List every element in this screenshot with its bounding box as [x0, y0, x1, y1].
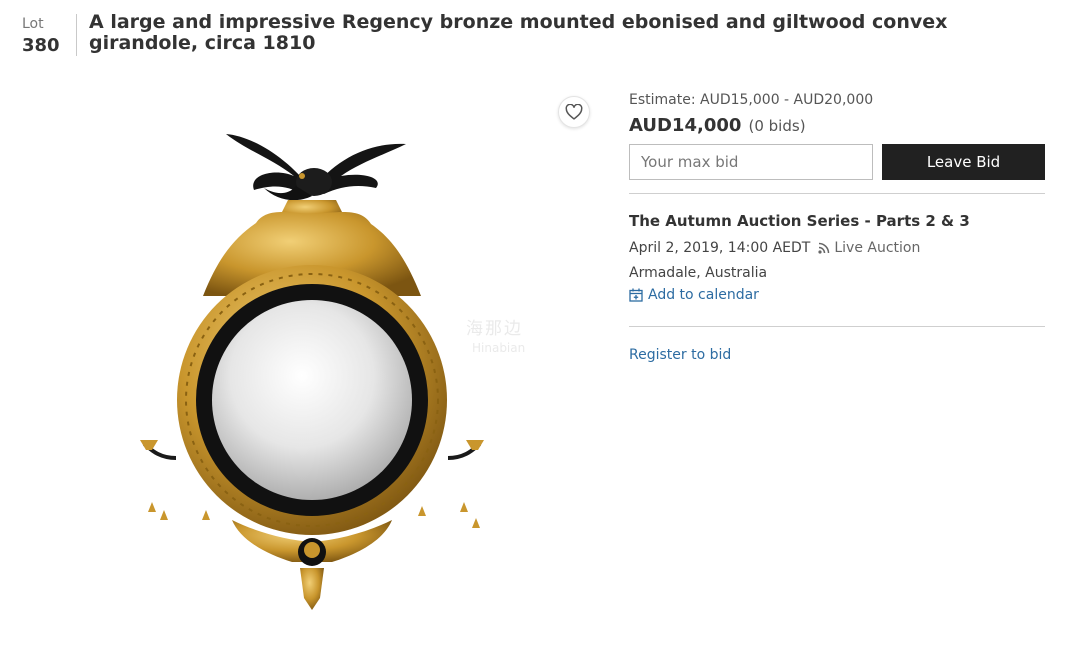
register-to-bid-link[interactable]: Register to bid [629, 347, 731, 363]
divider [629, 326, 1045, 327]
sale-location: Armadale, Australia [629, 265, 768, 281]
favorite-button[interactable] [558, 96, 590, 128]
watermark-subtext: Hinabian [472, 341, 526, 355]
eagle-finial [226, 134, 406, 201]
calendar-icon [629, 288, 643, 302]
add-to-calendar-label: Add to calendar [648, 287, 759, 303]
current-price: AUD14,000 [629, 115, 742, 136]
watermark-text: 海那边 [466, 319, 523, 339]
current-price-row: AUD14,000 (0 bids) [629, 115, 806, 136]
lot-badge: Lot 380 [22, 14, 77, 56]
lot-title: A large and impressive Regency bronze mo… [89, 11, 948, 54]
sale-type: Live Auction [834, 240, 921, 256]
max-bid-input[interactable] [629, 144, 873, 180]
lot-number: 380 [22, 35, 60, 56]
divider [629, 193, 1045, 194]
lot-image[interactable] [136, 128, 486, 616]
lot-label: Lot [22, 16, 44, 32]
rss-icon [818, 242, 830, 254]
estimate: Estimate: AUD15,000 - AUD20,000 [629, 92, 874, 108]
add-to-calendar-link[interactable]: Add to calendar [629, 287, 759, 303]
sale-title[interactable]: The Autumn Auction Series - Parts 2 & 3 [629, 212, 970, 230]
heart-icon [565, 104, 583, 120]
sale-datetime: April 2, 2019, 14:00 AEDT [629, 240, 811, 256]
watermark: 海那边 Hinabian [466, 314, 525, 355]
leave-bid-button[interactable]: Leave Bid [882, 144, 1045, 180]
sale-datetime-row: April 2, 2019, 14:00 AEDT Live Auction [629, 240, 920, 256]
bids-count: (0 bids) [748, 117, 806, 135]
